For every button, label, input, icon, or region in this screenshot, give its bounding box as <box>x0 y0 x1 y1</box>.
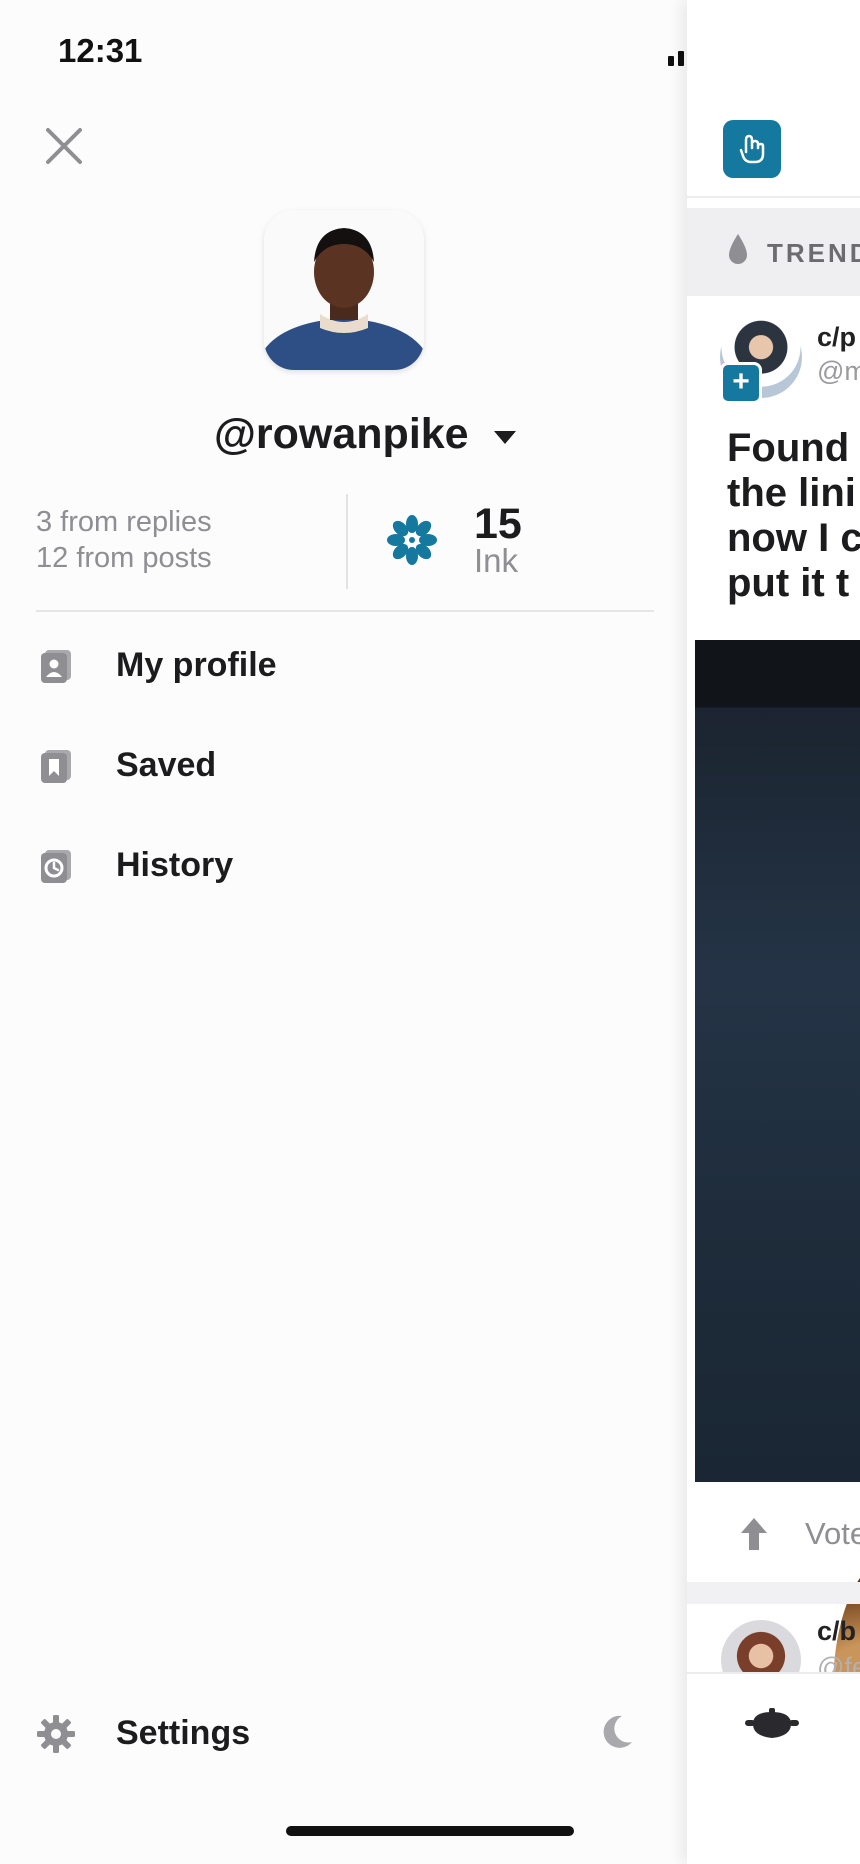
feed-panel[interactable]: TREND + c/p @m Found the lini now I c pu… <box>687 0 860 1864</box>
drop-icon <box>727 232 749 271</box>
bookmark-icon <box>38 748 74 789</box>
gear-icon <box>36 1714 76 1759</box>
menu-label-my-profile: My profile <box>116 646 277 684</box>
chevron-down-icon[interactable] <box>492 428 518 451</box>
close-icon[interactable] <box>44 126 84 166</box>
replies-stat: 3 from replies <box>36 506 212 538</box>
home-indicator <box>286 1826 574 1836</box>
vote-label[interactable]: Vote <box>805 1516 860 1552</box>
post2-community[interactable]: c/b <box>817 1616 856 1647</box>
stats-divider <box>346 494 348 589</box>
tab-bar <box>687 1672 860 1864</box>
username[interactable]: @rowanpike <box>214 410 469 459</box>
ink-flower-icon <box>386 514 438 571</box>
profile-card-icon <box>38 648 74 689</box>
menu-label-history: History <box>116 846 234 884</box>
avatar[interactable] <box>264 210 424 370</box>
upvote-arrow-icon[interactable] <box>739 1516 769 1557</box>
post-handle[interactable]: @m <box>817 356 860 387</box>
stats-bottom-divider <box>36 610 654 612</box>
post-community[interactable]: c/p <box>817 322 856 353</box>
trending-label: TREND <box>767 238 860 268</box>
menu-item-my-profile[interactable]: My profile <box>0 620 687 710</box>
feed-top-bar <box>687 0 860 198</box>
status-time: 12:31 <box>58 32 143 69</box>
post-divider <box>687 1582 860 1604</box>
blob-tab-icon[interactable] <box>745 1708 799 1747</box>
settings-label: Settings <box>116 1714 251 1752</box>
ink-label: Ink <box>474 542 519 579</box>
posts-stat: 12 from posts <box>36 542 212 574</box>
post-title[interactable]: Found the lini now I c put it t <box>727 426 860 606</box>
menu-item-history[interactable]: History <box>0 820 687 910</box>
karma-breakdown: 3 from replies 12 from posts <box>36 504 212 576</box>
menu-item-saved[interactable]: Saved <box>0 720 687 810</box>
dark-mode-moon-icon[interactable] <box>600 1714 634 1755</box>
hand-icon <box>739 134 765 164</box>
app-mouse-button[interactable] <box>723 120 781 178</box>
settings-row[interactable]: Settings <box>0 1690 687 1780</box>
menu-label-saved: Saved <box>116 746 217 784</box>
post-image[interactable] <box>695 640 860 1820</box>
follow-plus-icon[interactable]: + <box>720 362 762 404</box>
history-clock-icon <box>38 848 74 889</box>
